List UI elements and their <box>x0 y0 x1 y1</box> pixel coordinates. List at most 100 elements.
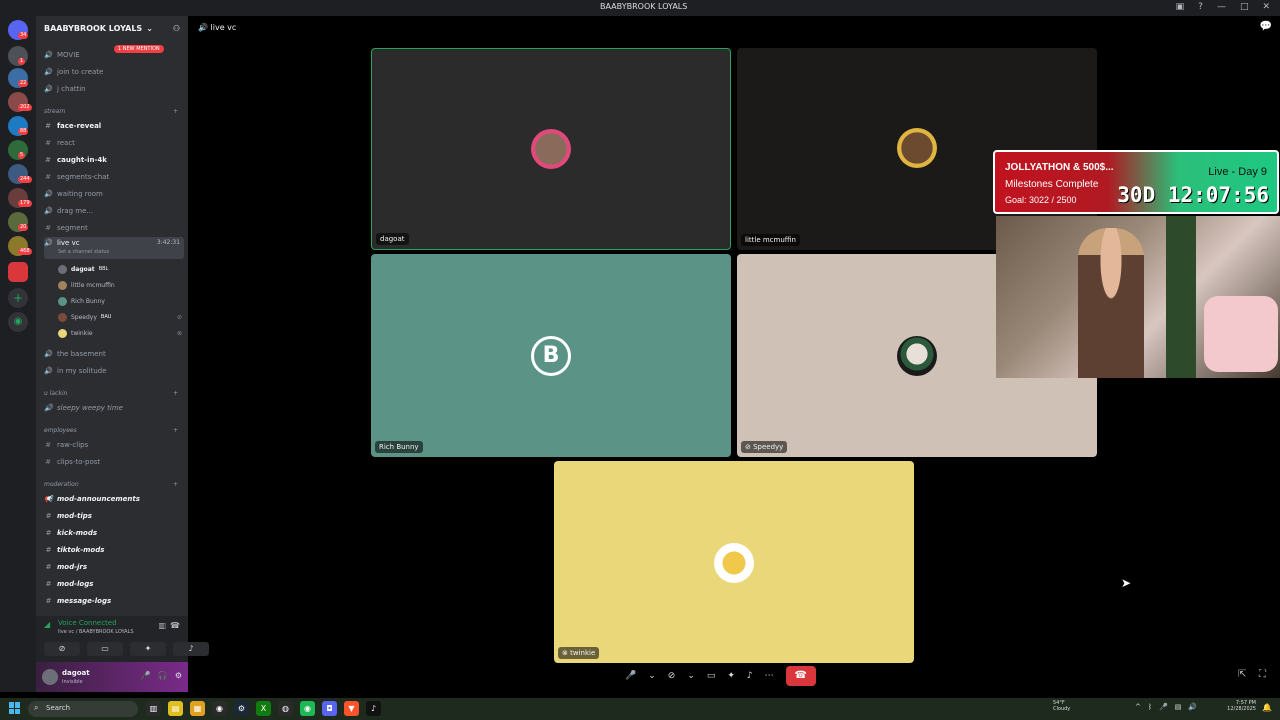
camera-off-icon[interactable]: ⊘ <box>668 671 676 681</box>
fullscreen-icon[interactable]: ⛶ <box>1259 669 1266 680</box>
category-employees[interactable]: employees + <box>44 427 184 434</box>
spotify-icon[interactable]: ◉ <box>300 701 315 716</box>
plus-icon[interactable]: + <box>173 390 178 397</box>
video-tile-dagoat[interactable]: dagoat <box>371 48 731 250</box>
channel-waiting-room[interactable]: 🔊 waiting room <box>44 186 184 201</box>
maximize-icon[interactable]: □ <box>1240 2 1249 12</box>
channel-status[interactable]: Set a channel status <box>58 249 109 255</box>
microphone-icon[interactable]: 🎤 <box>625 671 636 681</box>
steam-icon[interactable]: ⚙ <box>234 701 249 716</box>
voice-user-dagoat[interactable]: dagoat BBL <box>58 262 182 276</box>
chevron-down-icon[interactable]: ⌄ <box>648 671 656 681</box>
microphone-icon[interactable]: 🎤 <box>1159 703 1168 711</box>
soundboard-icon[interactable]: ♪ <box>747 671 753 681</box>
channel-clips-to-post[interactable]: # clips-to-post <box>44 454 184 469</box>
activities-icon[interactable]: ✦ <box>727 671 735 681</box>
video-tile-rich-bunny[interactable]: B Rich Bunny <box>371 254 731 457</box>
taskbar-search[interactable]: ⌕ Search <box>28 701 138 717</box>
new-mention-pill[interactable]: 1 NEW MENTION <box>114 45 164 53</box>
headphones-icon[interactable]: 🎧 <box>158 671 168 680</box>
server-icon[interactable] <box>8 262 28 282</box>
channel-the-basement[interactable]: 🔊 the basement <box>44 346 184 361</box>
channel-react[interactable]: # react <box>44 135 184 150</box>
channel-segments-chat[interactable]: # segments-chat <box>44 169 184 184</box>
voice-user-speedyy[interactable]: Speedyy BAU ⊘ <box>58 310 182 324</box>
voice-user-little-mcmuffin[interactable]: little mcmuffin <box>58 278 182 292</box>
voice-user-twinkie[interactable]: twinkie ⊗ <box>58 326 182 340</box>
username[interactable]: dagoat <box>62 669 90 677</box>
notification-bell-icon[interactable]: 🔔 <box>1262 703 1272 712</box>
channel-drag-me[interactable]: 🔊 drag me... <box>44 203 184 218</box>
more-icon[interactable]: ⋯ <box>765 671 774 681</box>
signal-icon[interactable]: ◢ <box>44 620 50 629</box>
voice-connected-subtitle[interactable]: live vc / BAABYBROOK LOYALS <box>58 629 134 635</box>
channel-mod-announcements[interactable]: 📢 mod-announcements <box>44 491 184 506</box>
sticky-notes-icon[interactable]: ▤ <box>168 701 183 716</box>
channel-tiktok-mods[interactable]: # tiktok-mods <box>44 542 184 557</box>
server-header[interactable]: BAABYBROOK LOYALS ⌄ ⚇ <box>36 16 188 40</box>
popout-icon[interactable]: ⇱ <box>1238 669 1246 680</box>
xbox-icon[interactable]: X <box>256 701 271 716</box>
disconnect-button[interactable]: ☎ <box>785 666 816 686</box>
add-server-icon[interactable]: + <box>8 288 28 308</box>
xbox-icon: ⊗ <box>176 329 182 337</box>
gear-icon[interactable]: ⚙ <box>175 671 182 680</box>
chevron-up-icon[interactable]: ^ <box>1135 703 1141 711</box>
channel-kick-mods[interactable]: # kick-mods <box>44 525 184 540</box>
channel-sleepy-weepy-time[interactable]: 🔊 sleepy weepy time <box>44 400 184 415</box>
hash-icon: # <box>45 579 51 588</box>
camera-off-button[interactable]: ⊘ <box>44 642 80 656</box>
tiktok-icon[interactable]: ♪ <box>366 701 381 716</box>
channel-caught-in-4k[interactable]: # caught-in-4k <box>44 152 184 167</box>
channel-mod-logs[interactable]: # mod-logs <box>44 576 184 591</box>
soundboard-button[interactable]: ♪ <box>173 642 209 656</box>
inbox-icon[interactable]: ▣ <box>1176 2 1185 12</box>
discord-icon[interactable]: ◘ <box>322 701 337 716</box>
brave-icon[interactable]: ▼ <box>344 701 359 716</box>
channel-segment[interactable]: # segment <box>44 220 184 235</box>
plus-icon[interactable]: + <box>173 481 178 488</box>
noise-suppression-icon[interactable]: ▥ <box>158 621 166 630</box>
network-icon[interactable]: ▤ <box>1175 703 1182 711</box>
chrome-icon[interactable]: ◍ <box>278 701 293 716</box>
channel-j-chattin[interactable]: 🔊 j chattin <box>44 81 184 96</box>
category-moderation[interactable]: moderation + <box>44 481 184 488</box>
channel-raw-clips[interactable]: # raw-clips <box>44 437 184 452</box>
channel-mod-jrs[interactable]: # mod-jrs <box>44 559 184 574</box>
volume-icon[interactable]: 🔊 <box>1188 703 1197 711</box>
close-icon[interactable]: ✕ <box>1262 2 1270 12</box>
hash-icon: # <box>45 121 51 130</box>
help-icon[interactable]: ? <box>1198 2 1203 12</box>
plus-icon[interactable]: + <box>173 108 178 115</box>
channel-face-reveal[interactable]: # face-reveal <box>44 118 184 133</box>
screen-share-icon[interactable]: ▭ <box>707 671 716 681</box>
video-tile-twinkie[interactable]: ⊗ twinkie <box>554 461 914 663</box>
discover-icon[interactable]: ◉ <box>8 312 28 332</box>
clock[interactable]: 7:57 PM 12/28/2025 <box>1227 700 1256 712</box>
weather-widget[interactable]: 54°F Cloudy <box>1053 700 1070 712</box>
minimize-icon[interactable]: — <box>1217 2 1226 12</box>
disconnect-icon[interactable]: ☎ <box>170 621 180 630</box>
channel-live-vc[interactable]: 🔊 live vc 3:42:31 Set a channel status <box>44 237 184 259</box>
chat-icon[interactable]: 💬 <box>1260 21 1272 32</box>
avatar[interactable] <box>42 669 58 685</box>
channel-message-logs[interactable]: # message-logs <box>44 593 184 608</box>
screen-share-button[interactable]: ▭ <box>87 642 123 656</box>
plus-icon[interactable]: + <box>173 427 178 434</box>
avatar <box>58 328 67 338</box>
obs-icon[interactable]: ◉ <box>212 701 227 716</box>
channel-in-my-solitude[interactable]: 🔊 in my solitude <box>44 363 184 378</box>
channel-join-to-create[interactable]: 🔊 join to create <box>44 64 184 79</box>
category-stream[interactable]: stream + <box>44 108 184 115</box>
channel-mod-tips[interactable]: # mod-tips <box>44 508 184 523</box>
windows-start-icon[interactable] <box>9 702 21 714</box>
activities-button[interactable]: ✦ <box>130 642 166 656</box>
category-u-lackin[interactable]: u lackin + <box>44 390 184 397</box>
bluetooth-icon[interactable]: ᛒ <box>1148 703 1152 711</box>
voice-user-rich-bunny[interactable]: Rich Bunny <box>58 294 182 308</box>
microphone-icon[interactable]: 🎤 <box>141 671 151 680</box>
add-friend-icon[interactable]: ⚇ <box>173 24 180 33</box>
chevron-down-icon[interactable]: ⌄ <box>687 671 695 681</box>
task-view-icon[interactable]: ▥ <box>146 701 161 716</box>
file-explorer-icon[interactable]: ▦ <box>190 701 205 716</box>
